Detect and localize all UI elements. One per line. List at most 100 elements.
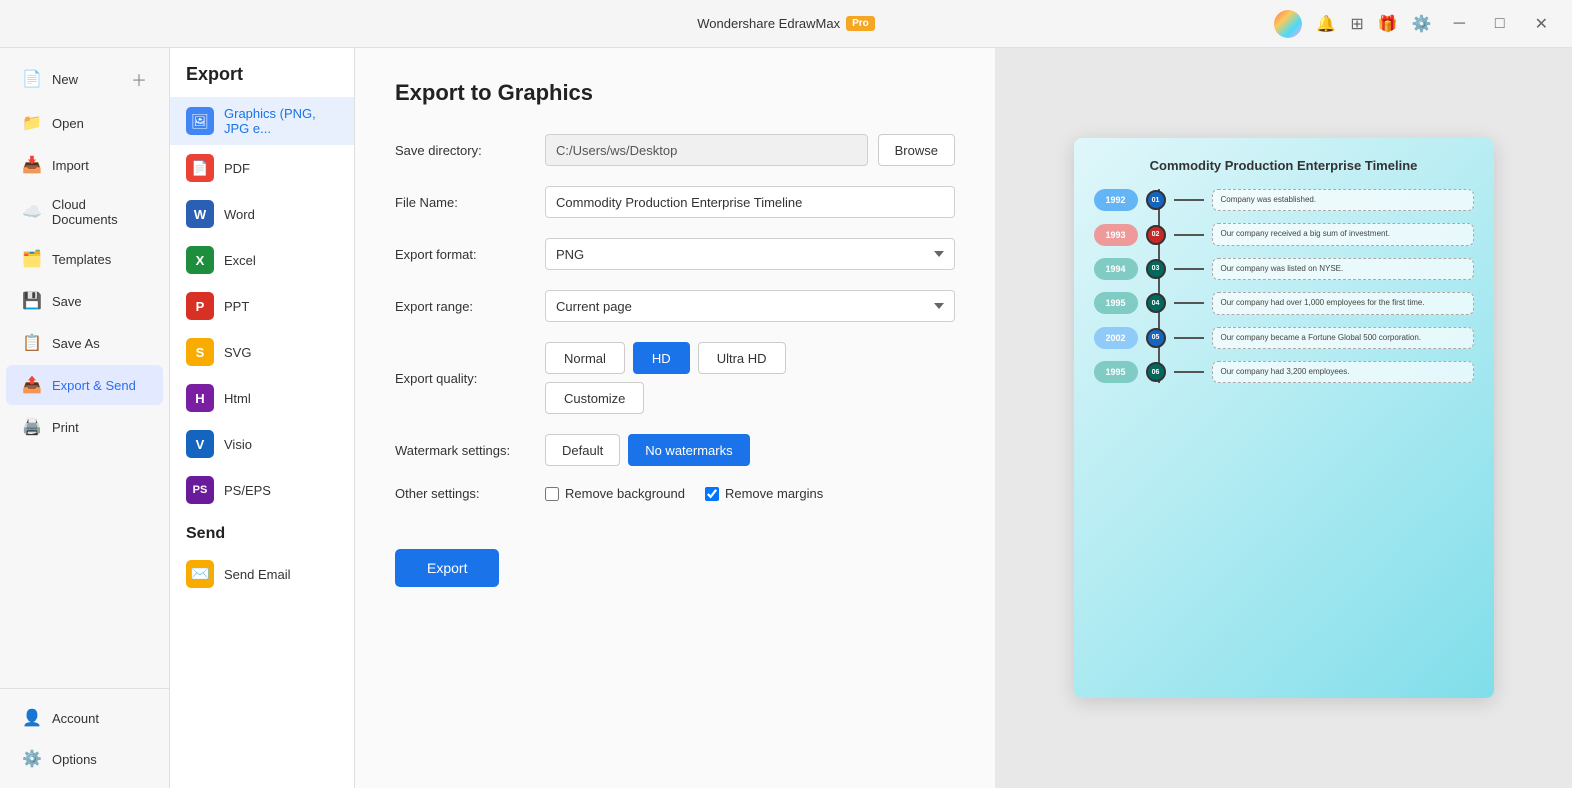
remove-margins-item[interactable]: Remove margins (705, 486, 823, 501)
app-title: Wondershare EdrawMax (697, 16, 840, 31)
export-item-word[interactable]: W Word (170, 191, 354, 237)
export-item-pseps[interactable]: PS PS/EPS (170, 467, 354, 513)
watermark-row: Watermark settings: Default No watermark… (395, 434, 955, 466)
quality-normal-btn[interactable]: Normal (545, 342, 625, 374)
timeline-row: 1995 06 Our company had 3,200 employees. (1094, 361, 1474, 383)
sidebar-item-account[interactable]: 👤 Account (6, 698, 163, 738)
timeline-row: 1992 01 Company was established. (1094, 189, 1474, 211)
export-item-graphics[interactable]: 🖼 Graphics (PNG, JPG e... (170, 97, 354, 145)
export-button[interactable]: Export (395, 549, 499, 587)
sidebar-item-save[interactable]: 💾 Save (6, 281, 163, 321)
sidebar-item-import[interactable]: 📥 Import (6, 145, 163, 185)
close-btn[interactable]: ✕ (1535, 14, 1548, 34)
timeline-connector (1174, 337, 1204, 339)
svg-label: SVG (224, 345, 251, 360)
browse-button[interactable]: Browse (878, 134, 955, 166)
titlebar-right-icons: 🔔 ⊞ 🎁 ⚙️ ─ □ ✕ (1274, 10, 1556, 38)
export-item-visio[interactable]: V Visio (170, 421, 354, 467)
timeline-connector (1174, 302, 1204, 304)
sidebar-item-new[interactable]: 📄 New ＋ (6, 57, 163, 101)
export-format-row: Export format: PNG JPG BMP SVG (395, 238, 955, 270)
quality-button-group: Normal HD Ultra HD (545, 342, 786, 374)
quality-hd-btn[interactable]: HD (633, 342, 690, 374)
remove-background-checkbox[interactable] (545, 487, 559, 501)
export-item-email[interactable]: ✉️ Send Email (170, 551, 354, 597)
customize-group: Customize (545, 382, 786, 414)
export-item-pdf[interactable]: 📄 PDF (170, 145, 354, 191)
visio-icon: V (186, 430, 214, 458)
timeline-year: 2002 (1094, 327, 1138, 349)
sidebar-label-print: Print (52, 420, 79, 435)
timeline-text: Our company became a Fortune Global 500 … (1212, 327, 1474, 349)
sidebar-label-export: Export & Send (52, 378, 136, 393)
email-icon: ✉️ (186, 560, 214, 588)
timeline-year: 1995 (1094, 292, 1138, 314)
timeline-dot: 06 (1146, 362, 1166, 382)
svg-icon: S (186, 338, 214, 366)
timeline-year: 1992 (1094, 189, 1138, 211)
sidebar-item-export[interactable]: 📤 Export & Send (6, 365, 163, 405)
timeline-year: 1994 (1094, 258, 1138, 280)
timeline-connector (1174, 234, 1204, 236)
file-name-row: File Name: (395, 186, 955, 218)
export-item-html[interactable]: H Html (170, 375, 354, 421)
timeline-dot: 05 (1146, 328, 1166, 348)
watermark-label: Watermark settings: (395, 443, 535, 458)
sidebar-item-saveas[interactable]: 📋 Save As (6, 323, 163, 363)
sidebar-item-templates[interactable]: 🗂️ Templates (6, 239, 163, 279)
form-title: Export to Graphics (395, 80, 955, 106)
maximize-btn[interactable]: □ (1495, 15, 1505, 33)
timeline-text: Our company had over 1,000 employees for… (1212, 292, 1474, 314)
sidebar-item-options[interactable]: ⚙️ Options (6, 739, 163, 779)
sidebar-label-saveas: Save As (52, 336, 100, 351)
watermark-default-btn[interactable]: Default (545, 434, 620, 466)
word-label: Word (224, 207, 255, 222)
export-item-svg[interactable]: S SVG (170, 329, 354, 375)
account-icon: 👤 (22, 708, 42, 728)
timeline-text: Our company was listed on NYSE. (1212, 258, 1474, 280)
user-avatar[interactable] (1274, 10, 1302, 38)
export-item-ppt[interactable]: P PPT (170, 283, 354, 329)
quality-ultrahd-btn[interactable]: Ultra HD (698, 342, 786, 374)
remove-margins-checkbox[interactable] (705, 487, 719, 501)
pdf-icon: 📄 (186, 154, 214, 182)
app-title-group: Wondershare EdrawMax Pro (697, 16, 875, 31)
file-name-input[interactable] (545, 186, 955, 218)
timeline-text: Our company received a big sum of invest… (1212, 223, 1474, 245)
gift-icon[interactable]: 🎁 (1378, 14, 1398, 34)
save-directory-input[interactable] (545, 134, 868, 166)
settings-icon[interactable]: ⚙️ (1412, 14, 1432, 34)
send-title: Send (170, 513, 354, 551)
save-icon: 💾 (22, 291, 42, 311)
pdf-label: PDF (224, 161, 250, 176)
timeline-text: Our company had 3,200 employees. (1212, 361, 1474, 383)
graphics-icon: 🖼 (186, 107, 214, 135)
customize-btn[interactable]: Customize (545, 382, 644, 414)
watermark-none-btn[interactable]: No watermarks (628, 434, 749, 466)
export-format-label: Export format: (395, 247, 535, 262)
export-format-select[interactable]: PNG JPG BMP SVG (545, 238, 955, 270)
saveas-icon: 📋 (22, 333, 42, 353)
timeline-dot: 02 (1146, 225, 1166, 245)
preview-card: Commodity Production Enterprise Timeline… (1074, 138, 1494, 698)
timeline-row: 1993 02 Our company received a big sum o… (1094, 223, 1474, 245)
timeline-text: Company was established. (1212, 189, 1474, 211)
minimize-btn[interactable]: ─ (1454, 15, 1465, 33)
grid-icon[interactable]: ⊞ (1350, 14, 1363, 34)
quality-controls: Normal HD Ultra HD Customize (545, 342, 786, 414)
sidebar-item-print[interactable]: 🖨️ Print (6, 407, 163, 447)
open-icon: 📁 (22, 113, 42, 133)
other-settings-controls: Remove background Remove margins (545, 486, 823, 501)
pro-badge: Pro (846, 16, 875, 31)
timeline-dot: 03 (1146, 259, 1166, 279)
remove-background-item[interactable]: Remove background (545, 486, 685, 501)
export-item-excel[interactable]: X Excel (170, 237, 354, 283)
word-icon: W (186, 200, 214, 228)
ppt-label: PPT (224, 299, 249, 314)
notification-icon[interactable]: 🔔 (1316, 14, 1336, 34)
export-range-select[interactable]: Current page All pages (545, 290, 955, 322)
sidebar-item-cloud[interactable]: ☁️ Cloud Documents (6, 187, 163, 237)
timeline-row: 2002 05 Our company became a Fortune Glo… (1094, 327, 1474, 349)
new-plus-icon[interactable]: ＋ (131, 67, 147, 91)
sidebar-item-open[interactable]: 📁 Open (6, 103, 163, 143)
